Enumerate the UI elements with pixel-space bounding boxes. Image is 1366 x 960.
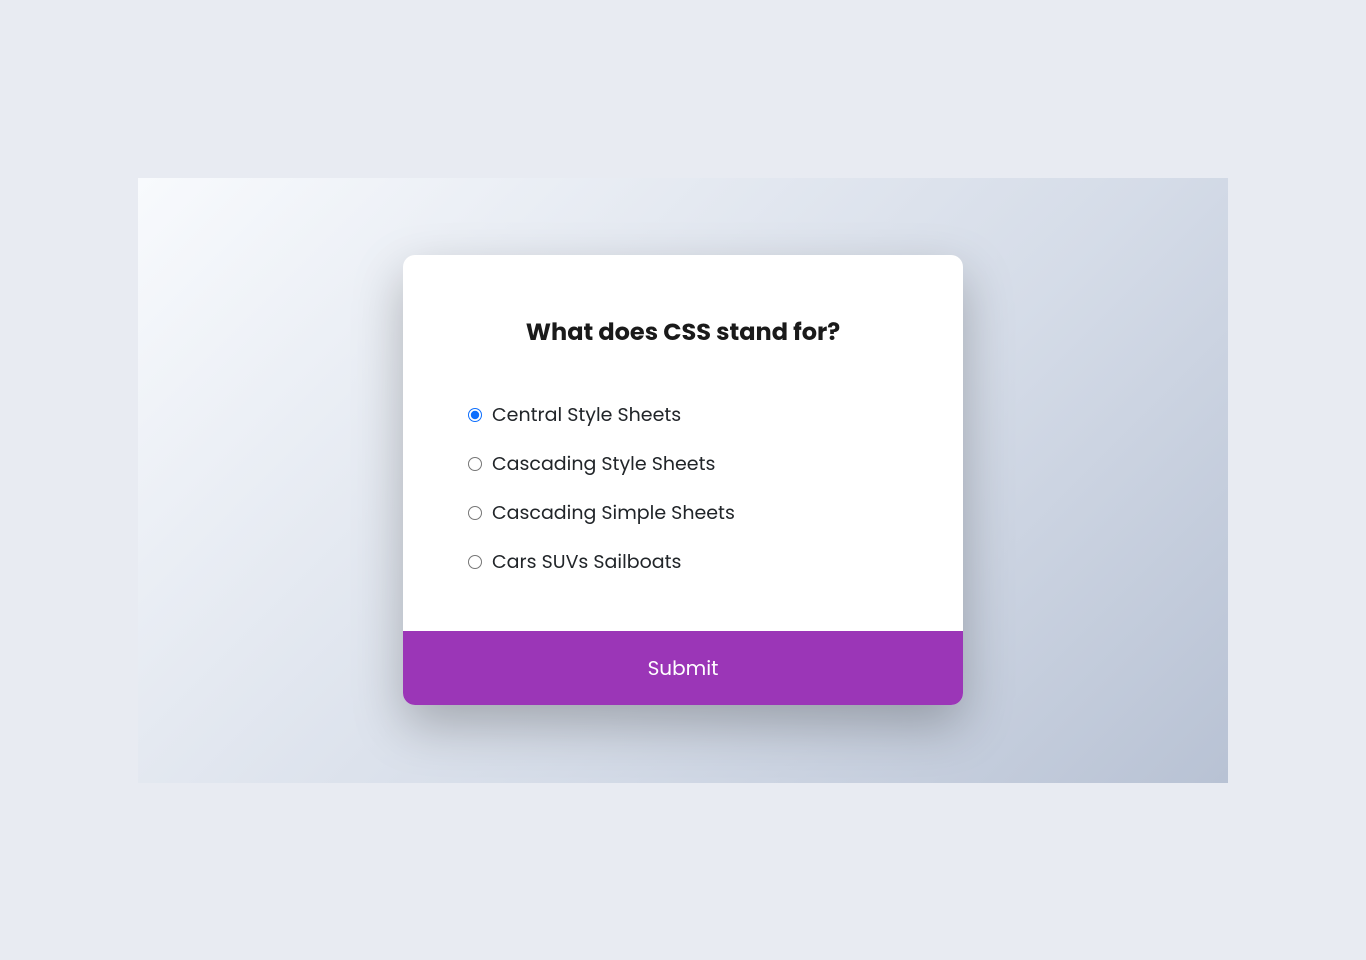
- quiz-options: Central Style Sheets Cascading Style She…: [468, 400, 898, 576]
- quiz-option[interactable]: Cascading Style Sheets: [468, 449, 898, 478]
- quiz-body: What does CSS stand for? Central Style S…: [403, 255, 963, 631]
- quiz-radio-2[interactable]: [468, 506, 482, 520]
- submit-button[interactable]: Submit: [403, 631, 963, 705]
- quiz-radio-0[interactable]: [468, 408, 482, 422]
- quiz-question: What does CSS stand for?: [468, 315, 898, 350]
- page-background: What does CSS stand for? Central Style S…: [138, 178, 1228, 783]
- quiz-radio-3[interactable]: [468, 555, 482, 569]
- quiz-option-label: Cascading Simple Sheets: [492, 498, 735, 527]
- quiz-option-label: Central Style Sheets: [492, 400, 681, 429]
- quiz-option[interactable]: Central Style Sheets: [468, 400, 898, 429]
- quiz-option[interactable]: Cars SUVs Sailboats: [468, 547, 898, 576]
- quiz-option-label: Cascading Style Sheets: [492, 449, 715, 478]
- quiz-card: What does CSS stand for? Central Style S…: [403, 255, 963, 705]
- quiz-option-label: Cars SUVs Sailboats: [492, 547, 681, 576]
- quiz-radio-1[interactable]: [468, 457, 482, 471]
- quiz-option[interactable]: Cascading Simple Sheets: [468, 498, 898, 527]
